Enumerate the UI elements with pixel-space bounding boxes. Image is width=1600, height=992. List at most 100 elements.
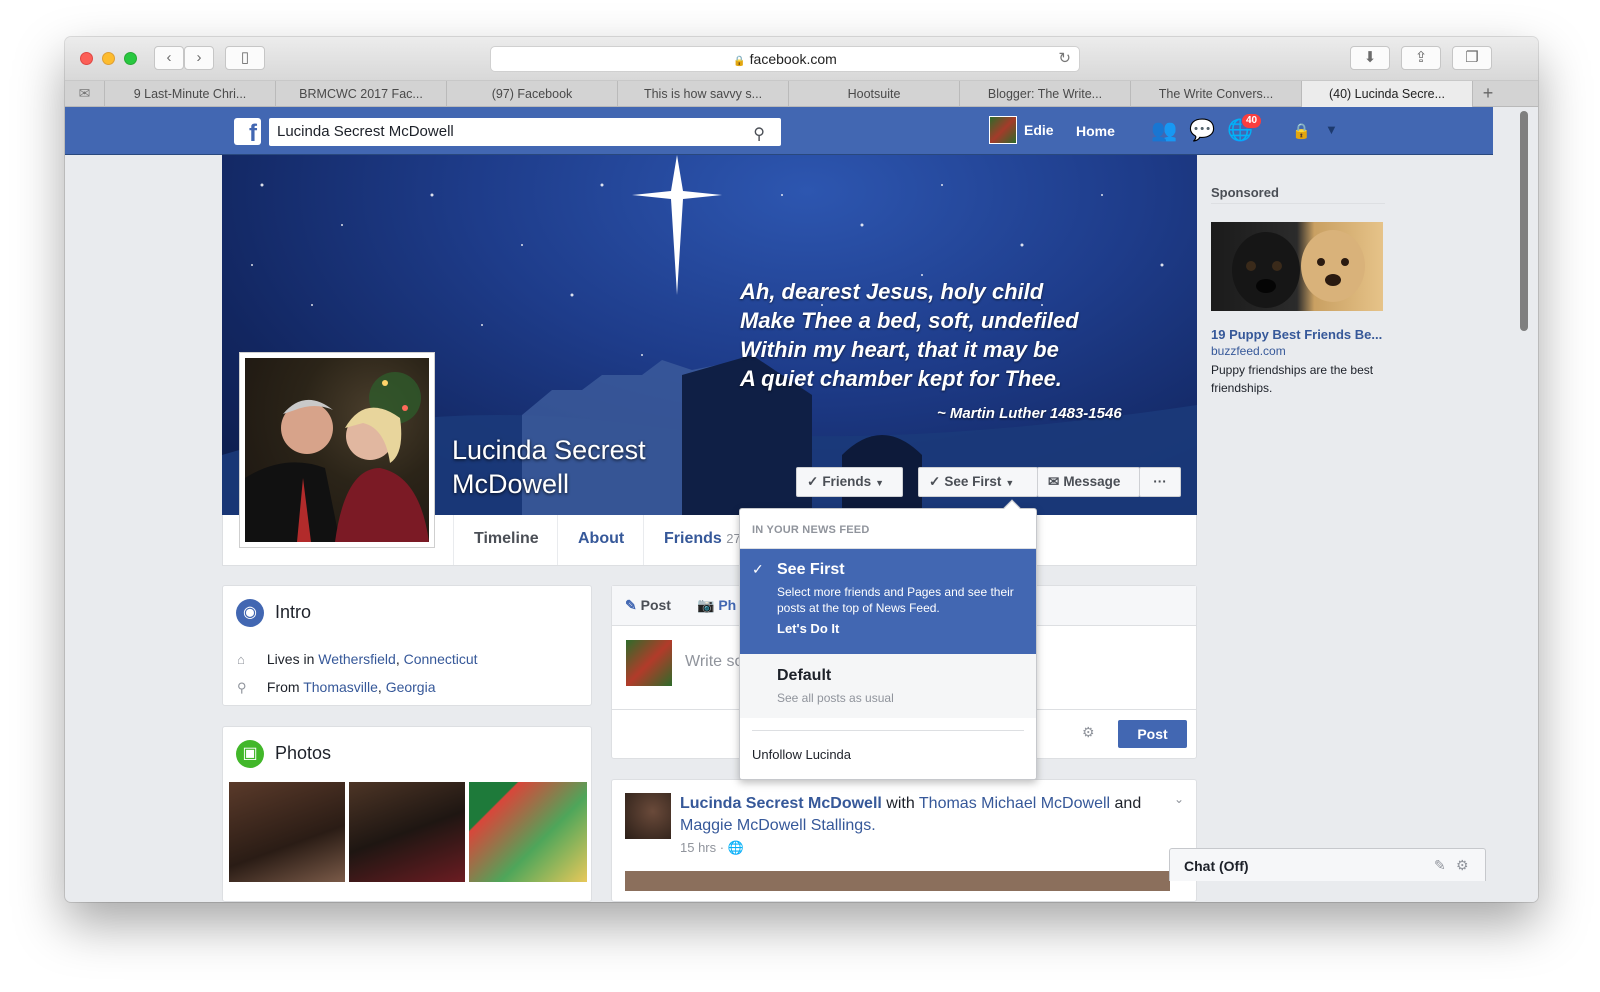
sponsored-description: Puppy friendships are the best friendshi…	[1211, 363, 1374, 395]
default-option-desc: See all posts as usual	[777, 691, 894, 705]
camera-icon: 📷	[697, 597, 715, 613]
cover-quote: Ah, dearest Jesus, holy child Make Thee …	[740, 279, 1079, 391]
from-city-link[interactable]: Thomasville	[303, 679, 378, 695]
notifications-icon[interactable]: 🌐 40	[1227, 113, 1263, 143]
plus-icon: +	[1482, 83, 1494, 103]
sponsored-domain[interactable]: buzzfeed.com	[1211, 344, 1286, 358]
sidebar-toggle-button[interactable]: ▯	[225, 46, 265, 70]
compose-icon[interactable]: ✎	[1434, 857, 1446, 874]
sponsored-image[interactable]	[1211, 222, 1383, 311]
post-author-avatar[interactable]	[625, 793, 671, 839]
photo-thumbnail[interactable]	[469, 782, 587, 882]
scrollbar-thumb[interactable]	[1520, 111, 1528, 331]
sidebar-icon: ▯	[240, 49, 250, 66]
message-button-label: Message	[1063, 474, 1121, 489]
search-input[interactable]: Lucinda Secrest McDowell ⚲	[269, 118, 781, 146]
share-icon: ⇪	[1414, 49, 1428, 66]
share-button[interactable]: ⇪	[1401, 46, 1441, 70]
friends-button[interactable]: ✓ Friends ▼	[796, 467, 903, 497]
sponsored-title: Sponsored	[1211, 185, 1279, 200]
see-first-button-label: See First	[944, 474, 1002, 489]
tab-about[interactable]: About	[557, 515, 644, 565]
post-timestamp[interactable]: 15 hrs · 🌐	[680, 840, 744, 856]
post-timestamp-text: 15 hrs ·	[680, 840, 725, 855]
browser-tab[interactable]: BRMCWC 2017 Fac...	[276, 81, 447, 107]
chat-bar[interactable]: Chat (Off) ✎ ⚙	[1169, 848, 1486, 881]
lock-icon: 🔒	[733, 56, 746, 67]
downloads-button[interactable]: ⬇	[1350, 46, 1390, 70]
composer-post-tab[interactable]: ✎ Post	[625, 597, 671, 614]
post-header: Lucinda Secrest McDowell with Thomas Mic…	[680, 793, 1160, 837]
photos-title[interactable]: Photos	[275, 743, 331, 764]
browser-tab[interactable]: This is how savvy s...	[618, 81, 789, 107]
messages-icon[interactable]: 💬	[1189, 119, 1215, 143]
privacy-shortcuts-icon[interactable]: 🔒	[1292, 122, 1311, 140]
intro-title: Intro	[275, 602, 312, 622]
lets-do-it-link[interactable]: Let's Do It	[777, 621, 839, 636]
post-image[interactable]	[625, 871, 1170, 891]
back-button[interactable]: ‹	[154, 46, 184, 70]
post-author-link[interactable]: Lucinda Secrest McDowell	[680, 795, 882, 812]
post-and-word: and	[1114, 795, 1142, 812]
from-state-link[interactable]: Georgia	[386, 679, 436, 695]
browser-tab[interactable]: 9 Last-Minute Chri...	[105, 81, 276, 107]
pinned-mail-tab[interactable]: ✉	[65, 81, 105, 107]
close-window-button[interactable]	[80, 52, 93, 65]
friend-requests-icon[interactable]: 👥	[1151, 119, 1177, 143]
browser-tab[interactable]: Blogger: The Write...	[960, 81, 1131, 107]
caret-down-icon: ▼	[875, 478, 884, 488]
post-with-word: with	[886, 795, 915, 812]
tab-timeline[interactable]: Timeline	[453, 515, 559, 565]
post-button[interactable]: Post	[1118, 720, 1187, 748]
composer-input[interactable]: Write so	[685, 653, 743, 671]
facebook-logo[interactable]: f	[234, 118, 261, 145]
caret-down-icon: ▼	[1005, 478, 1015, 488]
minimize-window-button[interactable]	[102, 52, 115, 65]
dropdown-divider	[752, 730, 1024, 731]
post-options-chevron-down-icon[interactable]: ⌄	[1174, 792, 1184, 806]
default-option[interactable]: Default See all posts as usual	[740, 654, 1036, 718]
see-first-option[interactable]: ✓ See First Select more friends and Page…	[740, 549, 1036, 654]
browser-tab[interactable]: The Write Convers...	[1131, 81, 1302, 107]
profile-link[interactable]: Edie	[989, 116, 1054, 144]
sponsored-headline[interactable]: 19 Puppy Best Friends Be...	[1211, 327, 1382, 342]
gear-icon[interactable]: ⚙	[1082, 724, 1095, 741]
tagged-person-link[interactable]: Thomas Michael McDowell	[919, 795, 1110, 812]
friends-button-label: Friends	[822, 474, 872, 489]
intro-card: ◉ Intro ⌂ Lives in Wethersfield, Connect…	[222, 585, 592, 706]
tagged-person-link[interactable]: Maggie McDowell Stallings.	[680, 817, 876, 834]
lives-city-link[interactable]: Wethersfield	[318, 651, 396, 667]
reload-icon[interactable]: ↻	[1058, 47, 1071, 71]
chevron-left-icon: ‹	[166, 49, 172, 66]
feed-post: Lucinda Secrest McDowell with Thomas Mic…	[611, 779, 1197, 902]
account-menu-chevron-down-icon[interactable]: ▼	[1325, 122, 1338, 137]
gear-icon[interactable]: ⚙	[1456, 857, 1469, 874]
forward-button[interactable]: ›	[184, 46, 214, 70]
see-first-option-desc: Select more friends and Pages and see th…	[777, 585, 1014, 615]
search-icon[interactable]: ⚲	[753, 121, 765, 149]
address-bar[interactable]: 🔒 facebook.com ↻	[490, 46, 1080, 72]
more-options-button[interactable]: ···	[1139, 467, 1181, 497]
see-first-button[interactable]: ✓ See First ▼	[918, 467, 1038, 497]
browser-tab[interactable]: (97) Facebook	[447, 81, 618, 107]
scrollbar-track[interactable]	[1493, 107, 1538, 902]
tabs-icon: ❐	[1465, 49, 1479, 66]
new-tab-button[interactable]: +	[1473, 81, 1503, 106]
composer-photo-tab[interactable]: 📷 Ph	[697, 597, 736, 614]
message-button[interactable]: ✉ Message	[1037, 467, 1140, 497]
profile-picture[interactable]	[239, 352, 435, 548]
profile-name[interactable]: Lucinda Secrest McDowell	[452, 433, 692, 501]
browser-tab[interactable]: Hootsuite	[789, 81, 960, 107]
photo-thumbnail[interactable]	[349, 782, 465, 882]
zoom-window-button[interactable]	[124, 52, 137, 65]
home-link[interactable]: Home	[1076, 123, 1115, 139]
globe-icon: ◉	[236, 599, 264, 627]
chat-label: Chat (Off)	[1184, 858, 1249, 874]
tabs-overview-button[interactable]: ❐	[1452, 46, 1492, 70]
see-first-option-title: See First	[777, 561, 845, 578]
photo-thumbnail[interactable]	[229, 782, 345, 882]
browser-tab-active[interactable]: (40) Lucinda Secre...	[1302, 81, 1473, 107]
unfollow-option[interactable]: Unfollow Lucinda	[752, 747, 851, 762]
lives-state-link[interactable]: Connecticut	[404, 651, 478, 667]
intro-lives-in: ⌂ Lives in Wethersfield, Connecticut	[237, 651, 478, 667]
